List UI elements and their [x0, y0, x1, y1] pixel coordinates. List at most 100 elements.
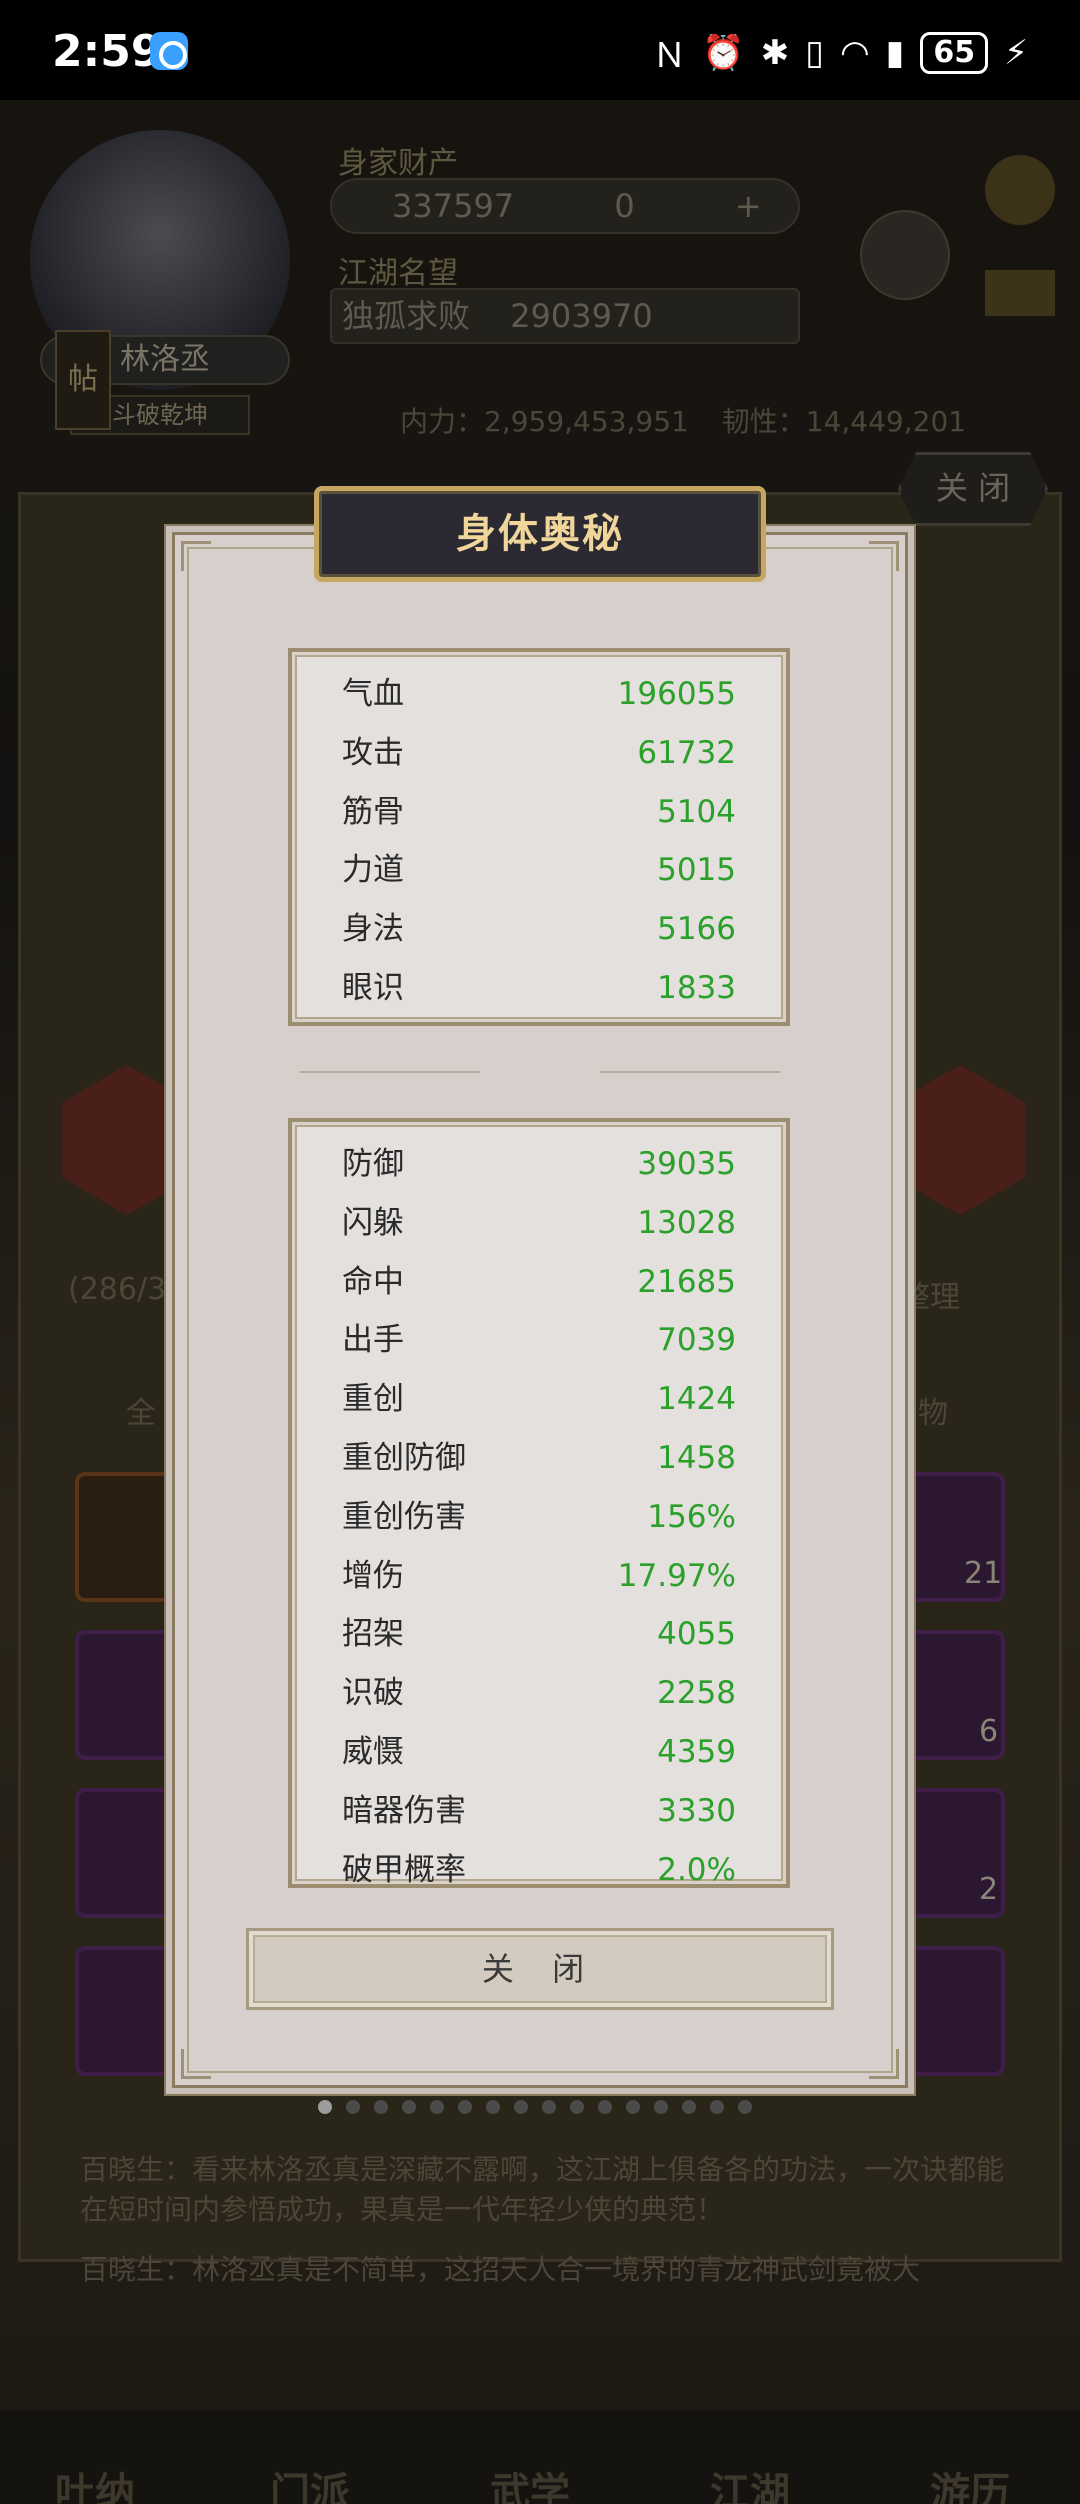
basic-stats-panel: 气血 196055 攻击 61732 筋骨 5104 力道 5015 身法 5166 眼识 1833 [288, 648, 790, 1026]
stat-row: 破甲概率 2.0% [342, 1841, 736, 1888]
wifi-icon: ◠ [839, 32, 870, 73]
stat-label: 筋骨 [342, 793, 404, 830]
stat-label: 眼识 [342, 970, 404, 1006]
page-dot [402, 2100, 416, 2114]
item-count: 21 [964, 1556, 1003, 1591]
page-dot [654, 2100, 668, 2114]
stat-label: 力道 [342, 852, 404, 889]
page-dot [626, 2100, 640, 2114]
stat-label: 出手 [342, 1322, 404, 1359]
stat-row: 气血 196055 [342, 665, 736, 723]
stat-label: 识破 [342, 1675, 404, 1712]
nav-jianghu[interactable]: 江湖 [710, 2460, 790, 2504]
stat-label: 攻击 [342, 734, 404, 771]
page-dot [710, 2100, 724, 2114]
nav-travel[interactable]: 游历 [930, 2460, 1010, 2504]
page-dot [318, 2100, 332, 2114]
stat-value: 196055 [617, 676, 736, 712]
stat-value: 61732 [637, 734, 736, 771]
page-dot [598, 2100, 612, 2114]
chat-line: 百晓生：看来林洛丞真是深藏不露啊，这江湖上俱备各的功法，一次诀都能在短时间内参悟… [80, 2153, 1005, 2226]
stat-value: 39035 [637, 1146, 736, 1182]
stat-value: 1458 [657, 1440, 736, 1476]
add-icon[interactable]: + [735, 187, 762, 225]
stat-label: 破甲概率 [342, 1851, 466, 1888]
stat-label: 防御 [342, 1146, 404, 1182]
battery-indicator: 65 [920, 31, 989, 74]
stat-value: 2258 [657, 1675, 736, 1712]
stat-label: 暗器伤害 [342, 1792, 466, 1829]
stat-row: 招架 4055 [342, 1605, 736, 1663]
stat-label: 重创防御 [342, 1440, 466, 1476]
signal-icon: ▮ [885, 32, 905, 73]
clock: 2:59 [52, 26, 162, 77]
stat-row: 命中 21685 [342, 1253, 736, 1311]
nav-sect[interactable]: 门派 [270, 2460, 350, 2504]
stat-row: 重创防御 1458 [342, 1429, 736, 1487]
item-count: 6 [979, 1714, 999, 1749]
tab-all[interactable]: 全 [126, 1388, 156, 1432]
stat-label: 重创 [342, 1381, 404, 1418]
page-dot [542, 2100, 556, 2114]
stat-value: 4055 [657, 1616, 736, 1653]
stat-value: 4359 [657, 1734, 736, 1770]
nav-martial[interactable]: 武学 [490, 2460, 570, 2504]
stat-label: 招架 [342, 1616, 404, 1653]
page-dot [738, 2100, 752, 2114]
page-dot [430, 2100, 444, 2114]
alarm-icon: ⏰ [702, 32, 745, 73]
page-dot [486, 2100, 500, 2114]
stat-row: 威慑 4359 [342, 1723, 736, 1781]
jade-value: 0 [614, 187, 635, 225]
stat-value: 1833 [657, 970, 736, 1006]
stat-label: 命中 [342, 1263, 404, 1300]
close-button[interactable]: 关 闭 [246, 1928, 834, 2010]
status-bar: 2:59 Ｎ ⏰ ✱ ▯ ◠ ▮ 65 ⚡ [0, 0, 1080, 100]
reputation-value: 2903970 [510, 297, 653, 335]
charging-icon: ⚡ [1004, 32, 1028, 73]
stat-value: 156% [647, 1498, 736, 1535]
gear-icon[interactable] [985, 155, 1055, 225]
stat-label: 闪躲 [342, 1204, 404, 1241]
stat-row: 筋骨 5104 [342, 783, 736, 841]
stat-value: 21685 [637, 1263, 736, 1300]
sort-button[interactable]: 整理 [900, 1272, 960, 1316]
mail-icon[interactable] [985, 270, 1055, 316]
page-indicator [318, 2100, 752, 2114]
stat-value: 5015 [657, 852, 736, 889]
divider-line [600, 1071, 780, 1073]
bag-count: (286/3 [68, 1272, 167, 1307]
stat-label: 气血 [342, 676, 404, 712]
page-dot [514, 2100, 528, 2114]
tab-items[interactable]: 物 [918, 1388, 948, 1432]
advanced-stats-panel[interactable]: 防御 39035 闪躲 13028 命中 21685 出手 7039 重创 1424 重创防御 145… [288, 1118, 790, 1888]
dialog-title-plate: 身体奥秘 [314, 486, 766, 582]
stat-row: 重创伤害 156% [342, 1488, 736, 1546]
reputation-rank: 独孤求败 [342, 297, 471, 335]
corner-ornament [869, 2049, 899, 2079]
section-divider [290, 1068, 790, 1076]
gold-value: 337597 [392, 187, 515, 225]
stat-row: 重创 1424 [342, 1370, 736, 1428]
taiji-icon[interactable] [860, 210, 950, 300]
inner-power: 内力：2,959,453,951 [400, 405, 689, 438]
stat-label: 威慑 [342, 1734, 404, 1770]
stat-row: 闪躲 13028 [342, 1194, 736, 1252]
vibrate-icon: ▯ [805, 32, 824, 73]
stat-row: 增伤 17.97% [342, 1547, 736, 1605]
power-row: 内力：2,959,453,951 韧性：14,449,201 [400, 400, 966, 440]
stat-value: 7039 [657, 1322, 736, 1359]
toughness: 韧性：14,449,201 [721, 405, 967, 438]
nav-tuna[interactable]: 吐纳 [55, 2460, 135, 2504]
notification-app-icon [150, 32, 188, 70]
panel-close-button[interactable]: 关 闭 [898, 452, 1048, 526]
corner-ornament [181, 541, 211, 571]
wealth-box[interactable]: 337597 0 + [330, 178, 800, 234]
post-icon[interactable]: 帖 [55, 330, 111, 430]
divider-line [300, 1071, 480, 1073]
page-dot [374, 2100, 388, 2114]
stat-row: 出手 7039 [342, 1311, 736, 1369]
status-icons: Ｎ ⏰ ✱ ▯ ◠ ▮ 65 ⚡ [652, 28, 1028, 77]
stat-value: 5166 [657, 911, 736, 948]
item-count: 2 [979, 1872, 999, 1907]
